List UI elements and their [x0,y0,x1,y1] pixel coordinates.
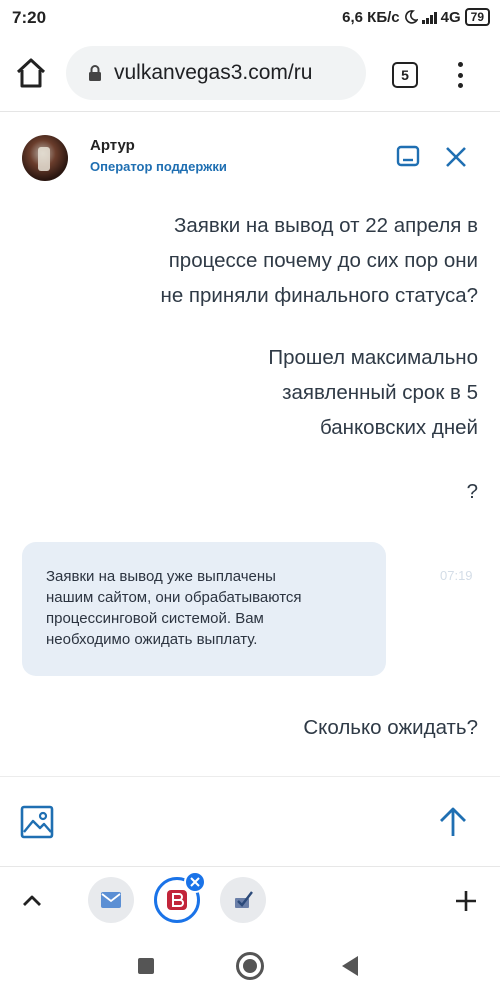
minimize-icon[interactable] [396,145,420,167]
system-nav-bar [0,936,500,1000]
network-type: 4G [440,8,461,26]
close-tab-icon[interactable] [184,871,206,893]
tray-tab-mail[interactable] [88,877,134,923]
mail-icon [101,892,121,908]
image-icon[interactable] [20,805,54,839]
agent-name: Артур [90,137,135,154]
home-button-icon[interactable] [236,952,264,980]
lock-icon [89,65,101,81]
moon-icon [404,10,418,24]
user-message: Прошел максимально заявленный срок в 5 б… [268,346,478,439]
battery-icon: 79 [464,8,490,26]
back-icon[interactable] [342,956,358,976]
send-arrow-icon[interactable] [436,805,470,839]
site-logo-icon [167,890,187,910]
tab-tray [0,866,500,936]
net-speed: 6,6 КБ/с [342,8,400,26]
operator-message: Заявки на вывод уже выплачены нашим сайт… [22,542,386,676]
url-text: vulkanvegas3.com/ru [114,61,313,84]
tray-tab-other[interactable] [220,877,266,923]
signal-icon [421,10,437,24]
close-icon[interactable] [444,145,468,169]
avatar [22,135,68,181]
chevron-up-icon[interactable] [18,887,46,915]
status-time: 7:20 [12,8,47,27]
tab-switcher-button[interactable]: 5 [392,62,418,88]
status-bar: 7:20 6,6 КБ/с 4G 79 [0,0,500,36]
overflow-menu-icon[interactable] [452,60,468,90]
message-composer [0,776,500,866]
plus-icon[interactable] [452,887,480,915]
chat-header: Артур Оператор поддержки [0,113,500,193]
user-message: Сколько ожидать? [303,716,478,739]
status-indicators: 6,6 КБ/с 4G 79 [342,8,490,26]
user-message: Заявки на вывод от 22 апреля в процессе … [160,214,478,307]
recent-apps-icon[interactable] [138,958,154,974]
home-icon[interactable] [14,56,48,90]
message-timestamp: 07:19 [440,568,473,583]
address-bar[interactable]: vulkanvegas3.com/ru [66,46,366,100]
browser-toolbar: vulkanvegas3.com/ru 5 [0,36,500,112]
agent-role: Оператор поддержки [90,159,227,174]
user-message: ? [466,480,478,503]
checklist-icon [235,891,253,908]
